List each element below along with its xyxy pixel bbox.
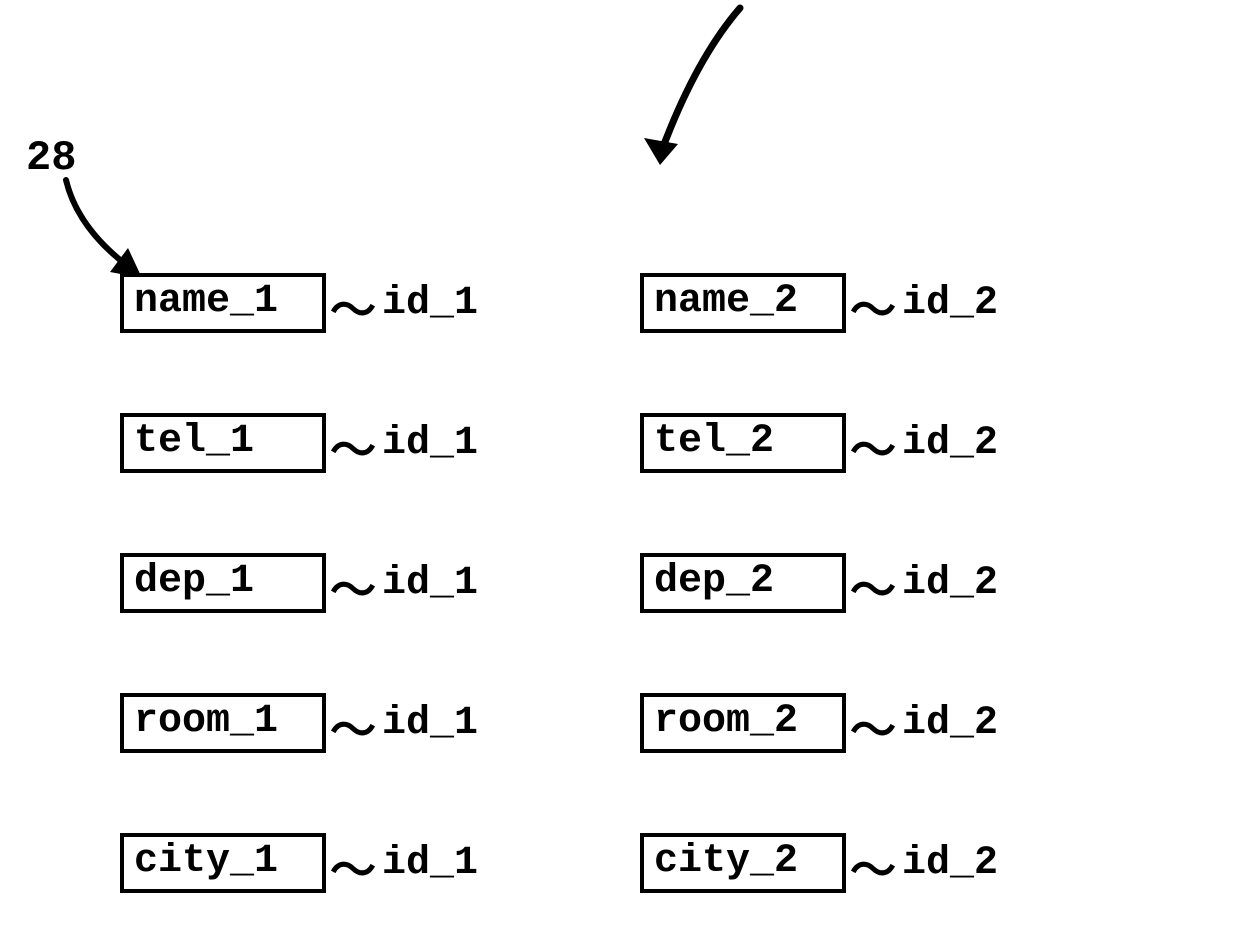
diagram-canvas: 28 name_1 〜 id_1 tel_1 〜 id_1 dep_1 〜 id… [0,0,1239,933]
id-label: id_1 [382,281,478,326]
field-row: room_1 〜 id_1 [120,690,478,756]
field-box-city: city_2 [640,833,846,893]
connector-tilde-icon: 〜 [850,274,896,340]
connector-tilde-icon: 〜 [850,694,896,760]
id-label: id_2 [902,281,998,326]
field-row: tel_2 〜 id_2 [640,410,998,476]
column-2: name_2 〜 id_2 tel_2 〜 id_2 dep_2 〜 id_2 … [640,270,998,896]
field-row: room_2 〜 id_2 [640,690,998,756]
column-1: name_1 〜 id_1 tel_1 〜 id_1 dep_1 〜 id_1 … [120,270,478,896]
field-box-room: room_1 [120,693,326,753]
id-label: id_2 [902,561,998,606]
connector-tilde-icon: 〜 [850,414,896,480]
field-row: dep_1 〜 id_1 [120,550,478,616]
field-box-room: room_2 [640,693,846,753]
top-arrow-icon [560,0,820,180]
field-box-dep: dep_2 [640,553,846,613]
connector-tilde-icon: 〜 [330,554,376,620]
field-row: city_1 〜 id_1 [120,830,478,896]
id-label: id_2 [902,701,998,746]
field-box-name: name_1 [120,273,326,333]
field-row: name_2 〜 id_2 [640,270,998,336]
connector-tilde-icon: 〜 [850,554,896,620]
field-row: dep_2 〜 id_2 [640,550,998,616]
id-label: id_1 [382,701,478,746]
id-label: id_1 [382,421,478,466]
connector-tilde-icon: 〜 [330,834,376,900]
connector-tilde-icon: 〜 [330,414,376,480]
field-box-dep: dep_1 [120,553,326,613]
id-label: id_2 [902,841,998,886]
id-label: id_2 [902,421,998,466]
field-box-tel: tel_1 [120,413,326,473]
id-label: id_1 [382,561,478,606]
connector-tilde-icon: 〜 [330,274,376,340]
field-row: tel_1 〜 id_1 [120,410,478,476]
connector-tilde-icon: 〜 [330,694,376,760]
field-row: city_2 〜 id_2 [640,830,998,896]
field-box-tel: tel_2 [640,413,846,473]
id-label: id_1 [382,841,478,886]
field-box-name: name_2 [640,273,846,333]
field-box-city: city_1 [120,833,326,893]
connector-tilde-icon: 〜 [850,834,896,900]
field-row: name_1 〜 id_1 [120,270,478,336]
